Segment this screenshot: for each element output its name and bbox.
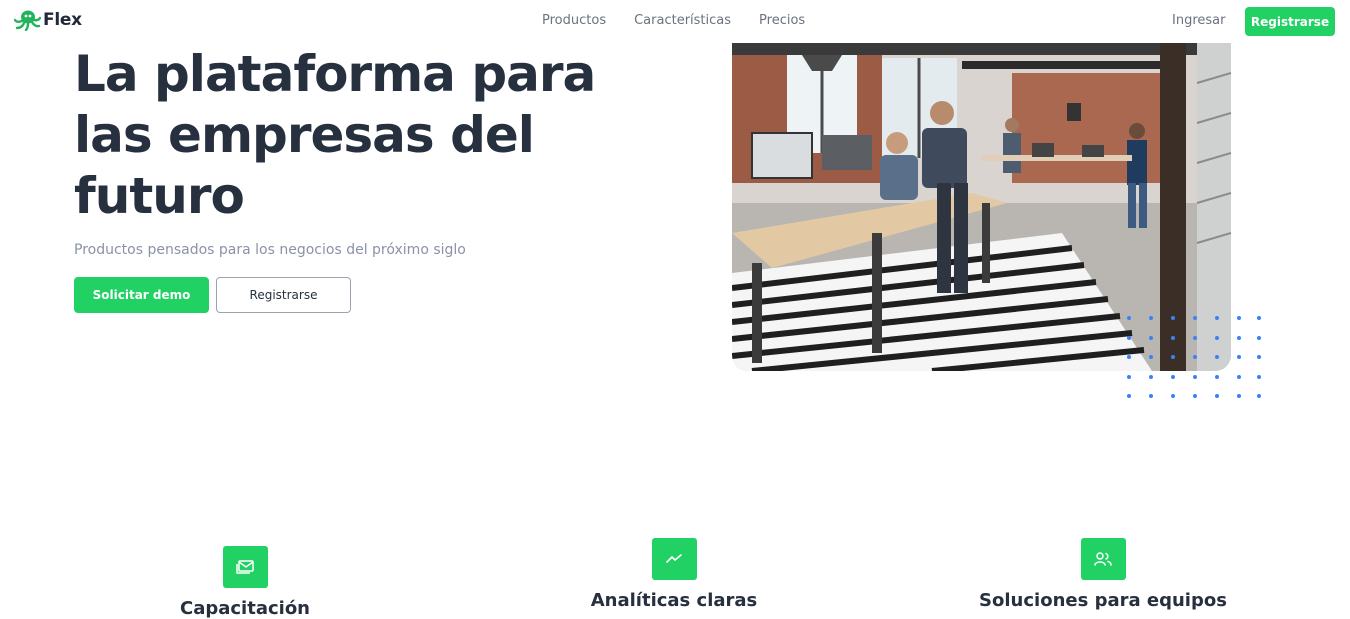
- request-demo-button[interactable]: Solicitar demo: [74, 277, 209, 313]
- brand-logo[interactable]: Flex: [13, 9, 82, 31]
- top-navbar: Flex Productos Características Precios I…: [0, 0, 1350, 42]
- feature-equipos: Soluciones para equipos: [953, 538, 1253, 611]
- login-link[interactable]: Ingresar: [1172, 13, 1225, 28]
- hero-title: La plataforma para las empresas del futu…: [74, 45, 596, 225]
- nav-link-precios[interactable]: Precios: [759, 13, 805, 28]
- hero-register-button[interactable]: Registrarse: [216, 277, 351, 313]
- octopus-logo-icon: [13, 9, 41, 31]
- hero-subtitle: Productos pensados para los negocios del…: [74, 242, 466, 258]
- decorative-dot-grid: [1126, 314, 1266, 408]
- feature-title: Analíticas claras: [590, 590, 758, 611]
- brand-name: Flex: [43, 10, 82, 30]
- nav-link-caracteristicas[interactable]: Características: [634, 13, 731, 28]
- mail-stack-icon: [222, 546, 268, 588]
- feature-capacitacion: Capacitación: [95, 546, 395, 619]
- nav-link-productos[interactable]: Productos: [542, 13, 606, 28]
- trend-icon: [651, 538, 697, 580]
- nav-register-button[interactable]: Registrarse: [1245, 7, 1335, 36]
- feature-title: Capacitación: [180, 598, 310, 619]
- feature-title: Soluciones para equipos: [979, 590, 1227, 611]
- feature-analiticas: Analíticas claras: [524, 538, 824, 611]
- users-icon: [1080, 538, 1126, 580]
- nav-links: Productos Características Precios: [542, 13, 833, 28]
